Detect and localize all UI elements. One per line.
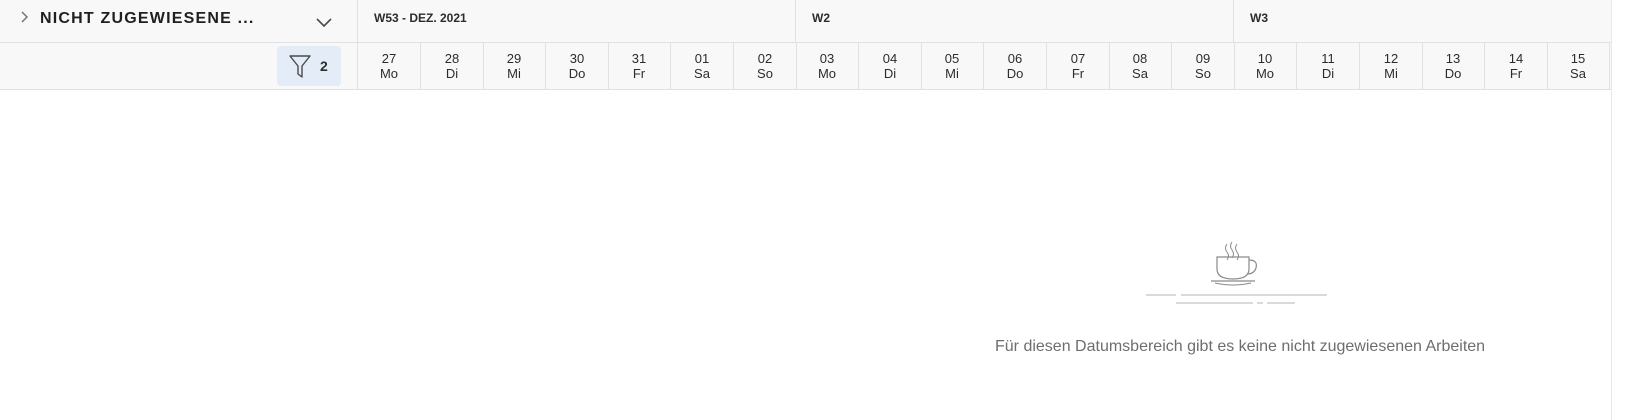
day-number: 28 [444,51,460,66]
filter-count-badge: 2 [320,58,328,74]
filter-row: 2 [0,43,358,90]
day-column-header: 15 Sa [1547,43,1610,89]
week-label: W3 [1250,11,1268,25]
day-column-header: 08 Sa [1109,43,1172,89]
day-number: 10 [1257,51,1273,66]
day-column-header: 10 Mo [1234,43,1297,89]
day-weekday: Sa [1570,66,1586,81]
week-header: W2 [796,0,1234,43]
filter-button[interactable]: 2 [277,46,341,86]
day-number: 09 [1195,51,1211,66]
day-weekday: Di [1321,66,1335,81]
day-column-header: 03 Mo [796,43,859,89]
day-weekday: Di [445,66,459,81]
day-number: 13 [1445,51,1461,66]
day-number: 03 [819,51,835,66]
day-column-header: 09 So [1172,43,1235,89]
empty-state-message: Für diesen Datumsbereich gibt es keine n… [995,338,1486,355]
workload-planner: NICHT ZUGEWIESENE ... 2 W53 - DEZ. 2021 … [0,0,1630,420]
day-column-header: 28 Di [421,43,484,89]
day-number: 29 [506,51,522,66]
day-column-header: 07 Fr [1047,43,1110,89]
day-column-header: 27 Mo [358,43,421,89]
day-weekday: So [1195,66,1211,81]
day-number: 05 [944,51,960,66]
day-weekday: Do [1444,66,1462,81]
day-weekday: Fr [1071,66,1085,81]
day-number: 12 [1383,51,1399,66]
day-weekday: Sa [694,66,710,81]
day-column-header: 29 Mi [483,43,546,89]
day-weekday: Mo [1255,66,1275,81]
chevron-down-icon[interactable] [312,12,336,32]
day-column-header: 11 Di [1297,43,1360,89]
day-weekday: Mi [945,66,959,81]
day-column-header: 06 Do [984,43,1047,89]
week-header: W3 [1234,0,1611,43]
day-weekday: Di [883,66,897,81]
week-label: W2 [812,11,830,25]
day-column-header: 13 Do [1422,43,1485,89]
day-weekday: Mo [817,66,837,81]
day-weekday: So [757,66,773,81]
day-weekday: Mo [379,66,399,81]
day-column-header: 02 So [734,43,797,89]
coffee-cup-icon [1135,238,1335,308]
day-weekday: Fr [632,66,646,81]
group-title: NICHT ZUGEWIESENE ... [40,10,255,27]
day-weekday: Mi [507,66,521,81]
header-divider [0,89,1611,90]
unassigned-group-panel: NICHT ZUGEWIESENE ... 2 [0,0,358,90]
day-number: 31 [631,51,647,66]
day-number: 15 [1570,51,1586,66]
empty-state: Für diesen Datumsbereich gibt es keine n… [940,238,1540,368]
day-number: 11 [1321,51,1335,66]
vertical-scrollbar[interactable] [1611,0,1630,420]
chevron-right-icon[interactable] [16,8,34,26]
week-row: W53 - DEZ. 2021 W2 W3 [358,0,1611,43]
day-number: 07 [1070,51,1086,66]
day-weekday: Mi [1384,66,1398,81]
day-number: 27 [381,51,397,66]
day-weekday: Do [1006,66,1024,81]
day-column-header: 04 Di [859,43,922,89]
day-column-header: 05 Mi [921,43,984,89]
day-weekday: Fr [1509,66,1523,81]
day-column-header: 31 Fr [608,43,671,89]
day-weekday: Do [568,66,586,81]
day-number: 02 [757,51,773,66]
day-weekday: Sa [1132,66,1148,81]
day-number: 01 [694,51,710,66]
day-column-header: 30 Do [546,43,609,89]
group-header: NICHT ZUGEWIESENE ... [0,0,358,43]
day-number: 04 [882,51,898,66]
day-number: 30 [569,51,585,66]
filter-funnel-icon [288,54,312,80]
day-row: 27 Mo 28 Di 29 Mi 30 Do 31 Fr 01 Sa 02 So 03 Mo 04 Di 05 Mi… [358,43,1611,90]
day-column-header: 14 Fr [1485,43,1548,89]
day-number: 06 [1007,51,1023,66]
day-column-header: 01 Sa [671,43,734,89]
week-header: W53 - DEZ. 2021 [358,0,796,43]
day-column-header: 12 Mi [1360,43,1423,89]
timeline-header: W53 - DEZ. 2021 W2 W3 27 Mo 28 Di 29 Mi 30 Do 31… [358,0,1611,90]
day-number: 08 [1132,51,1148,66]
day-number: 14 [1508,51,1524,66]
week-label: W53 - DEZ. 2021 [374,11,467,25]
